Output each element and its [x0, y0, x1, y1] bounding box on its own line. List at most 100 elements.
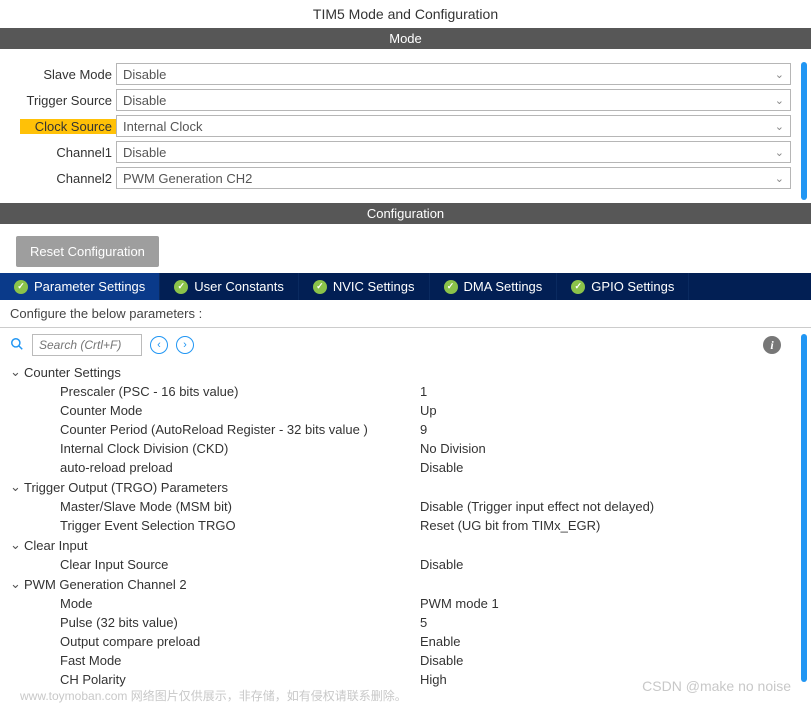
- mode-select-value: Internal Clock: [123, 119, 202, 134]
- chevron-down-icon: ⌄: [10, 479, 24, 495]
- param-group-header[interactable]: ⌄Clear Input: [10, 535, 801, 555]
- param-row[interactable]: Trigger Event Selection TRGOReset (UG bi…: [10, 516, 801, 535]
- param-label: Fast Mode: [60, 653, 420, 668]
- tab-parameter-settings[interactable]: ✓ Parameter Settings: [0, 273, 160, 300]
- chevron-down-icon: ⌄: [775, 120, 784, 133]
- mode-row: Channel1 Disable ⌄: [20, 141, 791, 163]
- tab-label: User Constants: [194, 279, 284, 294]
- param-row[interactable]: Counter ModeUp: [10, 401, 801, 420]
- reset-configuration-button[interactable]: Reset Configuration: [16, 236, 159, 267]
- param-value: Enable: [420, 634, 460, 649]
- param-label: CH Polarity: [60, 672, 420, 687]
- param-group-header[interactable]: ⌄Counter Settings: [10, 362, 801, 382]
- chevron-down-icon: ⌄: [775, 172, 784, 185]
- parameter-tree: ⌄Counter SettingsPrescaler (PSC - 16 bit…: [0, 362, 811, 699]
- param-row[interactable]: Pulse (32 bits value)5: [10, 613, 801, 632]
- tab-label: GPIO Settings: [591, 279, 674, 294]
- mode-row: Slave Mode Disable ⌄: [20, 63, 791, 85]
- search-row: ‹ › i: [0, 328, 811, 362]
- check-icon: ✓: [174, 280, 188, 294]
- tab-user-constants[interactable]: ✓ User Constants: [160, 273, 299, 300]
- info-icon[interactable]: i: [763, 336, 781, 354]
- config-instruction: Configure the below parameters :: [0, 300, 811, 328]
- mode-label: Clock Source: [20, 119, 116, 134]
- mode-select[interactable]: PWM Generation CH2⌄: [116, 167, 791, 189]
- param-label: Prescaler (PSC - 16 bits value): [60, 384, 420, 399]
- search-input[interactable]: [32, 334, 142, 356]
- tab-gpio-settings[interactable]: ✓ GPIO Settings: [557, 273, 689, 300]
- search-next-button[interactable]: ›: [176, 336, 194, 354]
- mode-body: Slave ModeDisable⌄Trigger SourceDisable⌄…: [0, 49, 811, 203]
- mode-row: Channel2PWM Generation CH2⌄: [20, 167, 791, 189]
- param-group-header[interactable]: ⌄PWM Generation Channel 2: [10, 574, 801, 594]
- param-label: Counter Period (AutoReload Register - 32…: [60, 422, 420, 437]
- param-label: Trigger Event Selection TRGO: [60, 518, 420, 533]
- param-group-name: Trigger Output (TRGO) Parameters: [24, 480, 228, 495]
- param-value: Disable: [420, 653, 463, 668]
- param-value: Reset (UG bit from TIMx_EGR): [420, 518, 600, 533]
- mode-label: Slave Mode: [20, 67, 116, 82]
- mode-scrollbar[interactable]: [801, 62, 807, 200]
- tab-label: DMA Settings: [464, 279, 543, 294]
- tab-label: Parameter Settings: [34, 279, 145, 294]
- tab-label: NVIC Settings: [333, 279, 415, 294]
- param-value: 5: [420, 615, 427, 630]
- param-label: Clear Input Source: [60, 557, 420, 572]
- param-row[interactable]: Master/Slave Mode (MSM bit)Disable (Trig…: [10, 497, 801, 516]
- param-label: Internal Clock Division (CKD): [60, 441, 420, 456]
- param-value: No Division: [420, 441, 486, 456]
- check-icon: ✓: [444, 280, 458, 294]
- param-group-header[interactable]: ⌄Trigger Output (TRGO) Parameters: [10, 477, 801, 497]
- tab-dma-settings[interactable]: ✓ DMA Settings: [430, 273, 558, 300]
- param-group-name: PWM Generation Channel 2: [24, 577, 187, 592]
- check-icon: ✓: [571, 280, 585, 294]
- param-label: auto-reload preload: [60, 460, 420, 475]
- param-row[interactable]: Output compare preloadEnable: [10, 632, 801, 651]
- mode-select-value: Disable: [123, 145, 166, 160]
- param-value: 1: [420, 384, 427, 399]
- param-value: Up: [420, 403, 437, 418]
- watermark-left: www.toymoban.com 网络图片仅供展示，非存储，如有侵权请联系删除。: [20, 687, 407, 704]
- param-value: Disable: [420, 460, 463, 475]
- param-value: PWM mode 1: [420, 596, 499, 611]
- chevron-down-icon: ⌄: [10, 364, 24, 380]
- param-value: High: [420, 672, 447, 687]
- chevron-down-icon: ⌄: [10, 537, 24, 553]
- chevron-down-icon: ⌄: [775, 68, 784, 81]
- param-row[interactable]: Clear Input SourceDisable: [10, 555, 801, 574]
- param-row[interactable]: auto-reload preloadDisable: [10, 458, 801, 477]
- check-icon: ✓: [14, 280, 28, 294]
- mode-select-value: Disable: [123, 67, 166, 82]
- param-row[interactable]: Fast ModeDisable: [10, 651, 801, 670]
- mode-select[interactable]: Disable⌄: [116, 89, 791, 111]
- param-row[interactable]: Prescaler (PSC - 16 bits value)1: [10, 382, 801, 401]
- mode-select[interactable]: Disable ⌄: [116, 141, 791, 163]
- params-scrollbar[interactable]: [801, 334, 807, 682]
- param-value: Disable: [420, 557, 463, 572]
- chevron-down-icon: ⌄: [10, 576, 24, 592]
- param-row[interactable]: Counter Period (AutoReload Register - 32…: [10, 420, 801, 439]
- param-label: Pulse (32 bits value): [60, 615, 420, 630]
- mode-label: Trigger Source: [20, 93, 116, 108]
- param-row[interactable]: Internal Clock Division (CKD)No Division: [10, 439, 801, 458]
- param-group-name: Counter Settings: [24, 365, 121, 380]
- param-row[interactable]: ModePWM mode 1: [10, 594, 801, 613]
- mode-header: Mode: [0, 28, 811, 49]
- param-value: Disable (Trigger input effect not delaye…: [420, 499, 654, 514]
- page-title: TIM5 Mode and Configuration: [0, 0, 811, 28]
- param-label: Output compare preload: [60, 634, 420, 649]
- mode-select[interactable]: Disable ⌄: [116, 63, 791, 85]
- param-label: Mode: [60, 596, 420, 611]
- param-label: Master/Slave Mode (MSM bit): [60, 499, 420, 514]
- chevron-down-icon: ⌄: [775, 146, 784, 159]
- mode-select[interactable]: Internal Clock ⌄: [116, 115, 791, 137]
- search-icon: [10, 337, 24, 354]
- search-prev-button[interactable]: ‹: [150, 336, 168, 354]
- param-group-name: Clear Input: [24, 538, 88, 553]
- mode-label: Channel1: [20, 145, 116, 160]
- watermark-right: CSDN @make no noise: [642, 678, 791, 694]
- mode-select-value: Disable: [123, 93, 166, 108]
- mode-row: Trigger SourceDisable⌄: [20, 89, 791, 111]
- param-label: Counter Mode: [60, 403, 420, 418]
- tab-nvic-settings[interactable]: ✓NVIC Settings: [299, 273, 430, 300]
